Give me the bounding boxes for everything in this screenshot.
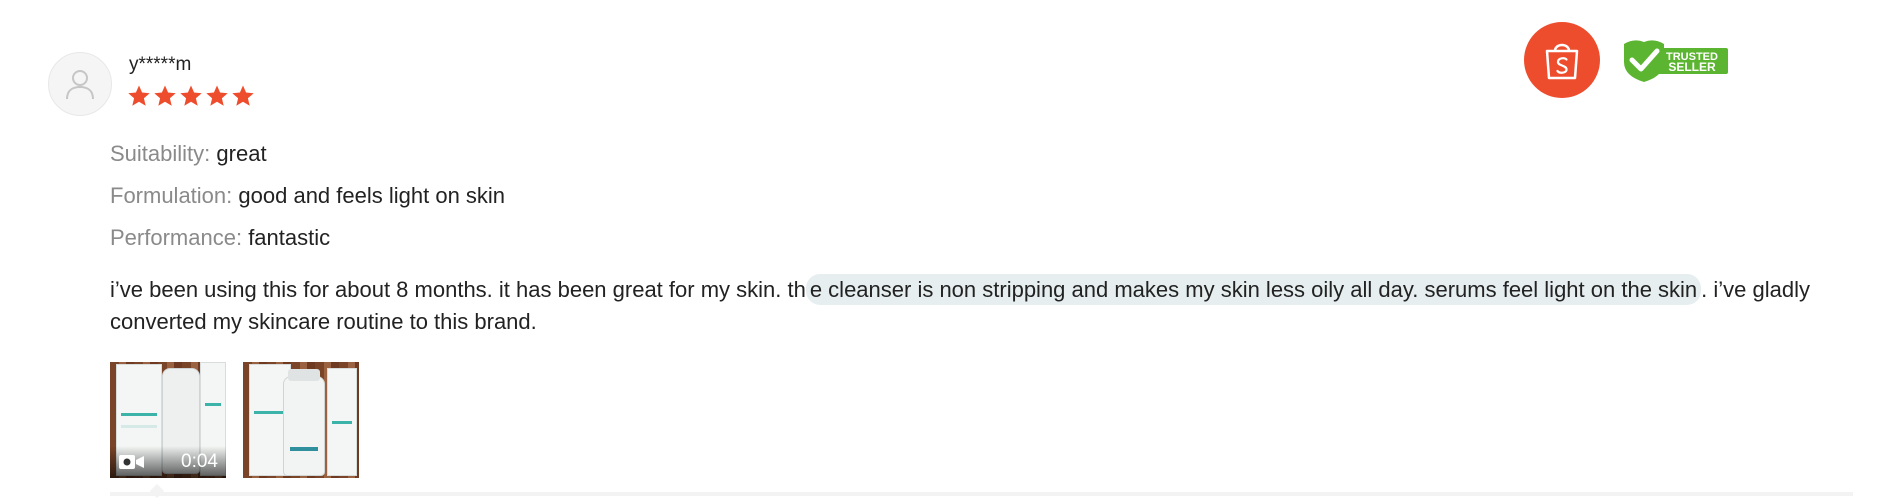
seller-label: SELLER — [1668, 60, 1716, 74]
review-text-highlight[interactable]: e cleanser is non stripping and makes my… — [805, 274, 1702, 305]
user-icon — [66, 70, 94, 100]
review-text-start: i’ve been using this for about 8 months.… — [110, 277, 806, 302]
attribute-value: fantastic — [248, 225, 331, 250]
attribute-label: Suitability: — [110, 141, 211, 166]
attribute-value: good and feels light on skin — [238, 183, 506, 208]
star-icon — [153, 84, 177, 108]
seller-badges: TRUSTED SELLER — [1524, 22, 1730, 98]
star-icon — [179, 84, 203, 108]
review-text: i’ve been using this for about 8 months.… — [110, 274, 1860, 338]
shopping-bag-icon — [1524, 22, 1600, 98]
review-divider — [110, 492, 1853, 496]
attribute-formulation: Formulation: good and feels light on ski… — [110, 182, 505, 224]
reviewer-avatar — [48, 52, 112, 116]
attribute-label: Formulation: — [110, 183, 233, 208]
image-thumbnail[interactable] — [243, 362, 359, 478]
video-duration: 0:04 — [181, 451, 218, 472]
reviewer-username: y*****m — [129, 54, 192, 75]
video-camera-icon — [119, 455, 144, 469]
attribute-performance: Performance: fantastic — [110, 224, 505, 266]
star-icon — [205, 84, 229, 108]
trusted-seller-badge: TRUSTED SELLER — [1624, 40, 1728, 82]
video-thumbnail[interactable]: 0:04 — [110, 362, 226, 478]
attribute-label: Performance: — [110, 225, 243, 250]
rating-stars — [127, 84, 255, 108]
video-overlay: 0:04 — [110, 446, 226, 478]
attribute-value: great — [216, 141, 267, 166]
star-icon — [231, 84, 255, 108]
star-icon — [127, 84, 151, 108]
attribute-suitability: Suitability: great — [110, 140, 505, 182]
review-attributes: Suitability: great Formulation: good and… — [110, 140, 505, 266]
review-media: 0:04 — [110, 362, 359, 478]
